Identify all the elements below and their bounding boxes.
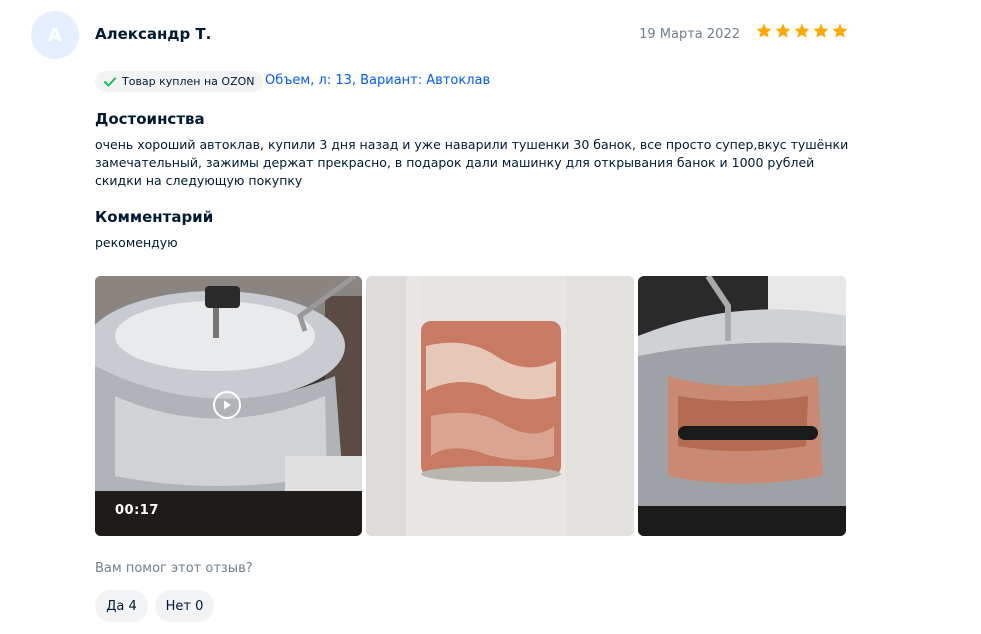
- video-duration: 00:17: [115, 503, 159, 518]
- pros-text: очень хороший автоклав, купили 3 дня наз…: [95, 137, 849, 188]
- pros-title: Достоинства: [95, 110, 205, 128]
- check-icon: [104, 77, 116, 86]
- helpful-question: Вам помог этот отзыв?: [95, 561, 253, 576]
- autoclave-photo-image: [638, 276, 846, 536]
- review-photo-2[interactable]: [366, 276, 634, 536]
- star-icon: [813, 23, 829, 38]
- star-icon: [775, 23, 791, 38]
- play-button[interactable]: [213, 391, 241, 419]
- rating-stars: [755, 22, 849, 40]
- star-icon: [756, 23, 772, 38]
- jar-image: [366, 276, 634, 536]
- author-name[interactable]: Александр Т.: [95, 25, 211, 43]
- purchased-badge-label: Товар куплен на OZON: [122, 75, 255, 88]
- play-icon: [224, 400, 231, 410]
- star-icon: [794, 23, 810, 38]
- review-date: 19 Марта 2022: [639, 27, 740, 42]
- star-icon: [832, 23, 848, 38]
- avatar-letter: А: [48, 24, 62, 46]
- comment-title: Комментарий: [95, 208, 214, 226]
- vote-no-button[interactable]: Нет 0: [155, 590, 214, 622]
- purchased-badge: Товар куплен на OZON: [95, 71, 263, 92]
- review-photo-3[interactable]: [638, 276, 846, 536]
- vote-yes-button[interactable]: Да 4: [95, 590, 148, 622]
- product-variant-link[interactable]: Объем, л: 13, Вариант: Автоклав: [265, 73, 490, 88]
- avatar[interactable]: А: [31, 11, 79, 59]
- comment-text: рекомендую: [95, 235, 178, 250]
